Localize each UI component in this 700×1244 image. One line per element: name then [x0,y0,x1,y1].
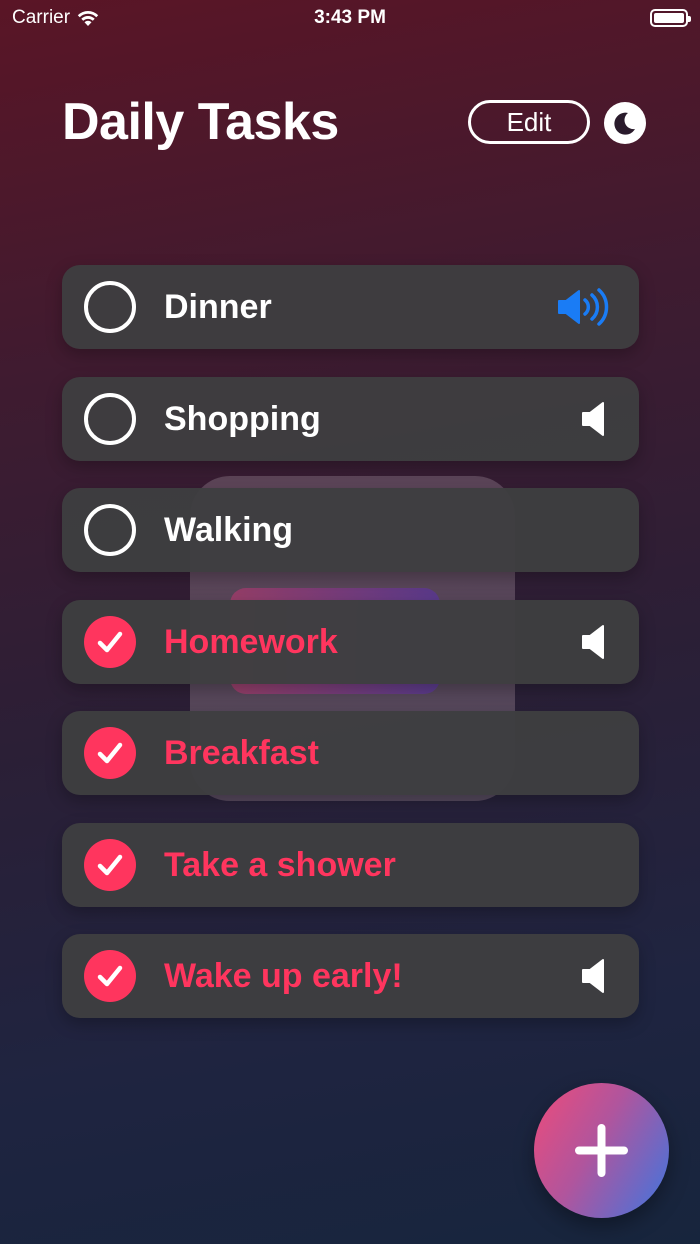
checked-circle-icon[interactable] [84,950,136,1002]
task-label: Wake up early! [164,957,403,995]
task-row[interactable]: Take a shower [62,822,639,907]
page-title: Daily Tasks [62,93,339,151]
task-label: Take a shower [164,845,396,884]
task-row[interactable]: Shopping [62,376,639,461]
task-list: Dinner Shopping Walking Homework Breakfast Ta… [62,265,639,1046]
task-label: Breakfast [164,734,319,772]
battery-icon [650,9,691,27]
moon-icon [614,112,635,135]
clock: 3:43 PM [314,7,386,28]
theme-toggle-button[interactable] [604,102,646,144]
checked-circle-icon[interactable] [84,727,136,779]
checkmark-icon [97,631,123,652]
unchecked-circle-icon[interactable] [84,504,136,556]
checked-circle-icon[interactable] [84,615,136,668]
speaker-wave-icon[interactable] [557,287,617,327]
edit-button[interactable]: Edit [468,100,590,144]
task-label: Homework [164,622,338,661]
task-label: Dinner [164,288,272,326]
task-row[interactable]: Dinner [62,265,639,349]
plus-icon [575,1124,628,1177]
status-bar: Carrier 3:43 PM [0,0,700,36]
task-row[interactable]: Breakfast [62,711,639,795]
unchecked-circle-icon[interactable] [84,281,136,333]
checkmark-icon [97,854,123,875]
checked-circle-icon[interactable] [84,838,136,891]
speaker-icon[interactable] [557,956,617,996]
task-label: Shopping [164,399,321,438]
speaker-icon[interactable] [557,399,617,439]
task-row[interactable]: Homework [62,599,639,684]
checkmark-icon [97,965,123,987]
speaker-icon[interactable] [557,622,617,662]
task-row[interactable]: Walking [62,488,639,572]
checkmark-icon [97,742,123,764]
task-label: Walking [164,511,294,549]
unchecked-circle-icon[interactable] [84,392,136,445]
add-task-button[interactable] [534,1083,669,1218]
task-row[interactable]: Wake up early! [62,934,639,1018]
